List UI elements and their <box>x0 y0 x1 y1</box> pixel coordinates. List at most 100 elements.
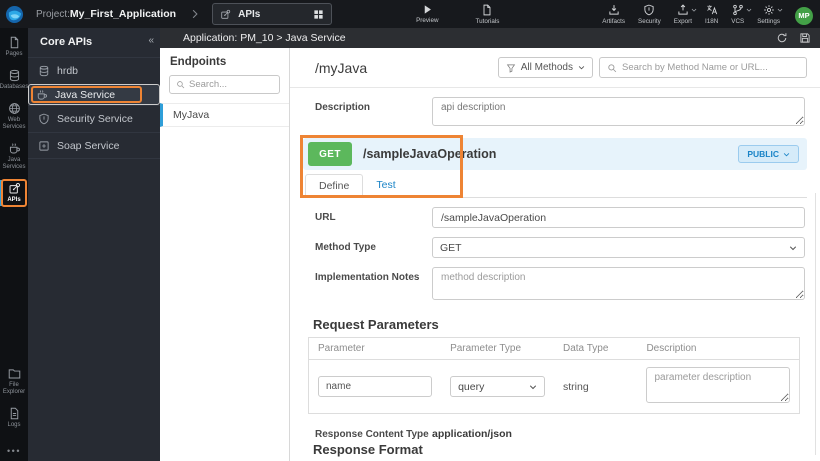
folder-icon <box>8 367 21 380</box>
artifacts-button[interactable]: Artifacts <box>602 4 625 25</box>
url-input[interactable] <box>432 207 805 228</box>
api-detail-panel: /myJava All Methods Description api desc… <box>290 48 820 461</box>
refresh-icon[interactable] <box>776 32 788 44</box>
workspace-tab-label: APIs <box>238 8 261 20</box>
endpoint-item-myjava[interactable]: MyJava <box>160 103 289 127</box>
apis-icon <box>8 182 21 195</box>
core-api-item-java-service[interactable]: Java Service <box>28 84 160 105</box>
sidebar-item-file-explorer[interactable]: File Explorer <box>0 365 28 398</box>
database-icon <box>38 65 50 77</box>
logs-icon <box>8 407 21 420</box>
description-textarea[interactable]: api description <box>432 97 805 126</box>
sidebar-item-logs[interactable]: Logs <box>0 405 28 431</box>
i18n-translate-icon <box>706 4 718 16</box>
vcs-branch-icon <box>732 4 744 16</box>
breadcrumb: Application: PM_10 > Java Service <box>183 32 346 44</box>
url-label: URL <box>315 212 336 223</box>
endpoints-search[interactable] <box>169 75 280 94</box>
more-options-button[interactable]: ••• <box>7 446 21 456</box>
response-format-heading: Response Format <box>313 442 423 457</box>
sidebar-item-databases[interactable]: Databases <box>0 67 28 93</box>
search-icon <box>607 63 617 73</box>
endpoints-search-input[interactable] <box>189 79 273 90</box>
method-search-input[interactable] <box>622 62 799 73</box>
endpoints-title: Endpoints <box>170 56 227 68</box>
access-public-dropdown[interactable]: PUBLIC <box>738 145 799 163</box>
implementation-notes-textarea[interactable] <box>432 267 805 300</box>
data-type-value: string <box>562 380 589 393</box>
play-icon <box>422 4 433 15</box>
coffee-cup-icon <box>8 142 21 155</box>
column-header: Description <box>637 337 800 360</box>
tab-define[interactable]: Define <box>305 174 364 198</box>
project-name: Project:My_First_Application <box>36 8 177 20</box>
implementation-notes-label: Implementation Notes <box>315 272 420 283</box>
vcs-button[interactable]: VCS <box>731 4 744 25</box>
parameter-description-textarea[interactable] <box>646 367 790 403</box>
api-detail-header: /myJava All Methods <box>290 48 820 87</box>
export-upload-icon <box>677 4 689 16</box>
user-avatar[interactable]: MP <box>795 6 813 25</box>
settings-button[interactable]: Settings <box>757 4 780 25</box>
shield-icon <box>643 4 655 16</box>
request-parameters-heading: Request Parameters <box>313 317 439 332</box>
filter-funnel-icon <box>506 63 516 73</box>
table-row: query string <box>309 360 800 414</box>
caret-down-icon <box>691 7 697 13</box>
operation-path: /sampleJavaOperation <box>363 147 497 161</box>
core-apis-panel: Core APIs « hrdb Java Service Security S… <box>28 28 160 461</box>
sidebar-item-java-services[interactable]: Java Services <box>0 140 28 173</box>
sidebar-item-apis[interactable]: APIs <box>0 179 28 207</box>
document-icon <box>481 4 493 16</box>
core-api-item-hrdb[interactable]: hrdb <box>28 57 160 84</box>
column-header: Parameter Type <box>441 337 554 360</box>
globe-icon <box>8 102 21 115</box>
caret-down-icon <box>789 244 797 252</box>
preview-button[interactable]: Preview <box>416 4 439 24</box>
soap-box-icon <box>38 140 50 152</box>
tab-test[interactable]: Test <box>363 174 408 198</box>
request-parameters-table: Parameter Parameter Type Data Type Descr… <box>308 337 800 414</box>
collapse-panel-button[interactable]: « <box>144 34 158 48</box>
method-badge-get[interactable]: GET <box>308 142 352 166</box>
save-icon[interactable] <box>799 32 811 44</box>
endpoints-panel: Endpoints MyJava <box>160 48 290 461</box>
left-icon-rail: Pages Databases Web Services Java Servic… <box>0 28 28 461</box>
top-bar: Project:My_First_Application APIs Previe… <box>0 0 820 28</box>
scrollbar-track[interactable] <box>815 193 816 455</box>
column-header: Parameter <box>308 337 442 360</box>
operation-bar[interactable]: GET /sampleJavaOperation PUBLIC <box>303 138 807 170</box>
response-content-type-value: application/json <box>432 428 512 440</box>
security-button[interactable]: Security <box>638 4 661 25</box>
coffee-cup-icon <box>36 89 48 101</box>
export-button[interactable]: Export <box>674 4 692 25</box>
caret-down-icon <box>783 151 790 158</box>
table-header-row: Parameter Parameter Type Data Type Descr… <box>308 337 800 360</box>
implementation-notes-row: Implementation Notes <box>290 258 820 305</box>
sidebar-item-web-services[interactable]: Web Services <box>0 100 28 133</box>
description-row: Description api description <box>290 88 820 131</box>
sidebar-item-pages[interactable]: Pages <box>0 34 28 60</box>
apis-icon <box>220 9 231 20</box>
parameter-name-input[interactable] <box>318 376 433 397</box>
tutorials-button[interactable]: Tutorials <box>476 4 499 25</box>
caret-down-icon <box>529 383 537 391</box>
core-api-item-security-service[interactable]: Security Service <box>28 105 160 132</box>
caret-down-icon <box>746 7 752 13</box>
core-api-item-soap-service[interactable]: Soap Service <box>28 132 160 159</box>
search-icon <box>176 80 185 89</box>
parameter-type-select[interactable]: query <box>450 376 545 397</box>
response-content-type-row: Response Content Type application/json <box>290 414 820 440</box>
chevron-right-icon <box>190 9 200 19</box>
active-indicator <box>0 180 2 206</box>
i18n-button[interactable]: I18N <box>705 4 718 25</box>
method-type-select[interactable]: GET <box>432 237 805 258</box>
grid-icon[interactable] <box>313 9 324 20</box>
workspace-tab-apis[interactable]: APIs <box>212 3 333 25</box>
method-search[interactable] <box>599 57 807 78</box>
operation-tabs: Define Test <box>303 174 807 198</box>
operation-zone: GET /sampleJavaOperation PUBLIC Define T… <box>300 135 807 198</box>
methods-filter-dropdown[interactable]: All Methods <box>497 57 593 78</box>
caret-down-icon <box>578 64 585 71</box>
pages-icon <box>8 36 21 49</box>
